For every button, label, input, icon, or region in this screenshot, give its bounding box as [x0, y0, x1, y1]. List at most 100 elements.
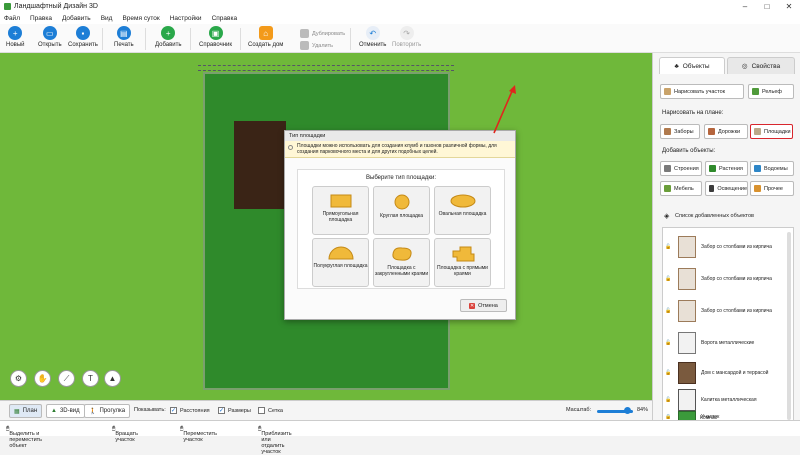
dialog-info: Площадки можно использовать для создания… [285, 141, 515, 158]
rectangle-shape-icon [330, 194, 351, 208]
image-tool-icon[interactable]: ▲ [104, 370, 121, 387]
buildings-button[interactable]: Строения [660, 161, 702, 176]
separator [240, 28, 241, 50]
round-area-button[interactable]: Круглая площадка [373, 186, 430, 235]
water-button[interactable]: Водоемы [750, 161, 794, 176]
menu-view[interactable]: Вид [101, 15, 113, 22]
lock-icon[interactable]: 🔓 [665, 397, 673, 403]
redo-button[interactable]: ↷ Повторить [392, 26, 421, 48]
3d-icon: ▲ [51, 408, 57, 414]
build-house-button[interactable]: ⌂ Создать дом [248, 26, 283, 48]
duplicate-button[interactable]: Дублировать [300, 29, 345, 38]
show-label: Показывать: [134, 407, 166, 413]
straight-edges-area-button[interactable]: Площадка с прямыми краями [434, 238, 491, 287]
tab-plan[interactable]: ▦ План [9, 404, 43, 418]
relief-icon [752, 88, 759, 95]
relief-button[interactable]: Рельеф [748, 84, 794, 99]
menu-edit[interactable]: Правка [30, 15, 52, 22]
hint-select: 🖱 Выделить и переместить объект [6, 426, 43, 449]
menu-time-of-day[interactable]: Время суток [122, 15, 159, 22]
grid-checkbox[interactable]: Сетка [258, 407, 283, 414]
semicircle-area-button[interactable]: Полукруглая площадка [312, 238, 369, 287]
lighting-button[interactable]: Освещение [705, 181, 748, 196]
rectangular-area-button[interactable]: Прямоугольная площадка [312, 186, 369, 235]
info-icon [288, 145, 293, 150]
tab-walk[interactable]: 🚶 Прогулка [84, 404, 131, 418]
tab-objects[interactable]: ♣ Объекты [659, 57, 725, 74]
undo-icon: ↶ [365, 26, 380, 40]
close-button[interactable]: ✕ [778, 0, 800, 12]
title-bar: Ландшафтный Дизайн 3D – □ ✕ [0, 0, 800, 12]
object-list[interactable]: 🔓 Забор со столбами из кирпича 🔓 Забор со … [662, 227, 794, 423]
save-icon: ▪ [75, 26, 90, 40]
zoom-slider-thumb[interactable] [624, 407, 631, 414]
check-icon: ✓ [170, 407, 177, 414]
right-panel: ♣ Объекты ◎ Свойства Нарисовать участок Ре… [652, 53, 800, 423]
undo-button[interactable]: ↶ Отменить [359, 26, 386, 48]
rounded-area-button[interactable]: Площадка с закругленными краями [373, 238, 430, 287]
fence-thumbnail [678, 268, 696, 290]
areas-button[interactable]: Площадки [750, 124, 793, 139]
text-tool-icon[interactable]: T [82, 370, 99, 387]
tab-3d-view[interactable]: ▲ 3D-вид [46, 404, 85, 418]
hand-tool-icon[interactable]: ✋ [34, 370, 51, 387]
properties-icon: ◎ [741, 63, 748, 70]
status-bar: ▦ План ▲ 3D-вид 🚶 Прогулка Показывать: ✓ Рас… [0, 400, 652, 420]
maximize-button[interactable]: □ [756, 0, 778, 12]
lock-icon[interactable]: 🔓 [665, 308, 673, 314]
list-item[interactable]: 🔓 Дом с мансардой и террасой [663, 358, 785, 388]
distances-checkbox[interactable]: ✓ Расстояния [170, 407, 210, 414]
lock-icon[interactable]: 🔓 [665, 340, 673, 346]
hint-move: 🖱 Переместить участок [180, 426, 218, 443]
walk-icon: 🚶 [89, 408, 97, 415]
ruler-tool-icon[interactable]: ⟋ [58, 370, 75, 387]
printer-icon: ▤ [116, 26, 131, 40]
delete-button[interactable]: Удалить [300, 41, 333, 50]
menu-add[interactable]: Добавить [62, 15, 91, 22]
new-icon: + [8, 26, 23, 40]
separator [102, 28, 103, 50]
separator [145, 28, 146, 50]
lock-icon[interactable]: 🔓 [665, 370, 673, 376]
menu-help[interactable]: Справка [212, 15, 238, 22]
cancel-button[interactable]: ✕ Отмена [460, 299, 507, 312]
draw-site-button[interactable]: Нарисовать участок [660, 84, 744, 99]
sizes-checkbox[interactable]: ✓ Размеры [218, 407, 251, 414]
redo-icon: ↷ [399, 26, 414, 40]
other-button[interactable]: Прочее [750, 181, 794, 196]
other-icon [754, 185, 761, 192]
separator [190, 28, 191, 50]
reference-button[interactable]: ▣ Справочник [199, 26, 232, 48]
save-button[interactable]: ▪ Сохранить [68, 26, 98, 48]
area-icon [754, 128, 761, 135]
house-object[interactable] [234, 121, 286, 209]
select-tool-icon[interactable]: ⚙ [10, 370, 27, 387]
shape-prompt: Выберите тип площадки: [366, 175, 436, 181]
oval-area-button[interactable]: Овальная площадка [434, 186, 491, 235]
red-arrow-annotation [493, 85, 516, 134]
fences-button[interactable]: Заборы [660, 124, 700, 139]
open-button[interactable]: ▭ Открыть [38, 26, 62, 48]
plan-icon: ▦ [14, 408, 20, 415]
add-button[interactable]: + Добавить [155, 26, 182, 48]
new-button[interactable]: + Новый [6, 26, 25, 48]
menu-settings[interactable]: Настройки [170, 15, 202, 22]
menu-file[interactable]: Файл [4, 15, 20, 22]
print-button[interactable]: ▤ Печать [114, 26, 134, 48]
minimize-button[interactable]: – [734, 0, 756, 12]
list-item[interactable]: 🔓 Забор со столбами из кирпича [663, 264, 785, 294]
list-item[interactable]: 🔓 Забор со столбами из кирпича [663, 296, 785, 326]
furniture-button[interactable]: Мебель [660, 181, 702, 196]
paths-button[interactable]: Дорожки [704, 124, 748, 139]
lock-icon[interactable]: 🔓 [665, 244, 673, 250]
zoom-value: 84% [637, 407, 649, 413]
tab-properties[interactable]: ◎ Свойства [727, 57, 795, 74]
window-title: Ландшафтный Дизайн 3D [14, 2, 98, 10]
building-icon [664, 165, 671, 172]
house-thumbnail [678, 362, 696, 384]
plants-button[interactable]: Растения [705, 161, 748, 176]
scrollbar[interactable] [787, 232, 791, 420]
list-item[interactable]: 🔓 Ворота металлические [663, 328, 785, 358]
lock-icon[interactable]: 🔓 [665, 276, 673, 282]
list-item[interactable]: 🔓 Забор со столбами из кирпича [663, 232, 785, 262]
